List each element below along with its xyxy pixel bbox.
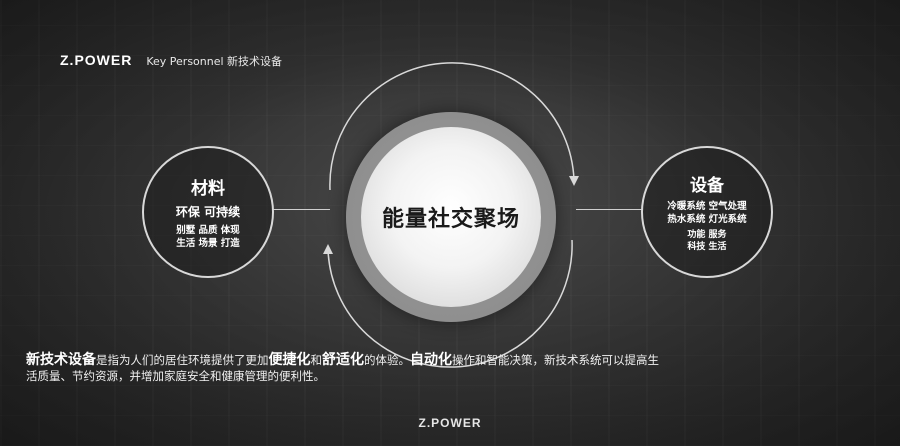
equipment-line-1: 冷暖系统 空气处理 bbox=[667, 201, 747, 212]
bottom-arrowhead-icon bbox=[323, 244, 333, 254]
description-paragraph: 新技术设备是指为人们的居住环境提供了更加便捷化和舒适化的体验。自动化操作和智能决… bbox=[26, 352, 666, 384]
equipment-line-4: 科技 生活 bbox=[687, 242, 727, 252]
equipment-line-3: 功能 服务 bbox=[687, 230, 727, 240]
center-circle: 能量社交聚场 bbox=[361, 127, 541, 307]
center-title: 能量社交聚场 bbox=[381, 207, 520, 232]
desc-bold-1: 新技术设备 bbox=[26, 352, 96, 368]
desc-text-3: 的体验。 bbox=[364, 353, 410, 367]
desc-text-2: 和 bbox=[310, 353, 323, 367]
desc-bold-3: 舒适化 bbox=[322, 352, 364, 368]
desc-bold-2: 便捷化 bbox=[268, 352, 311, 368]
desc-text-1: 是指为人们的居住环境提供了更加 bbox=[96, 353, 269, 367]
top-arrowhead-icon bbox=[569, 176, 579, 186]
equipment-line-2: 热水系统 灯光系统 bbox=[667, 214, 747, 225]
desc-bold-4: 自动化 bbox=[410, 352, 452, 368]
equipment-circle: 设备 冷暖系统 空气处理 热水系统 灯光系统 功能 服务 科技 生活 bbox=[641, 146, 773, 278]
footer-brand-text: Z.POWER bbox=[418, 416, 482, 430]
footer-logo: Z.POWER bbox=[0, 416, 900, 430]
equipment-title: 设备 bbox=[690, 176, 724, 196]
